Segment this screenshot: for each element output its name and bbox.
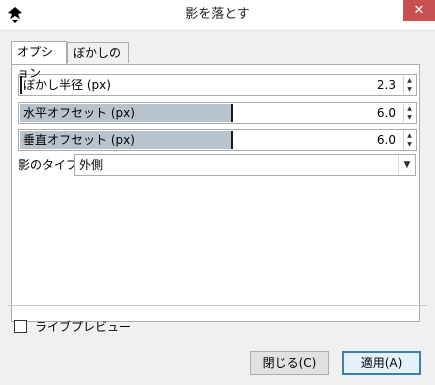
blur-radius-spinner[interactable]: ▲ ▼ [403, 76, 415, 94]
tab-options[interactable]: オプション [11, 41, 67, 80]
vertical-offset-label: 垂直オフセット (px) [23, 133, 135, 147]
vertical-offset-spinner[interactable]: ▲ ▼ [403, 131, 415, 149]
horizontal-offset-value: 6.0 [376, 106, 396, 120]
shadow-type-label: 影のタイプ: [18, 158, 83, 172]
horizontal-offset-label: 水平オフセット (px) [23, 106, 135, 120]
title-bar: 影を落とす ✕ [0, 0, 435, 31]
close-button[interactable]: 閉じる(C) [250, 351, 329, 375]
checkbox-icon[interactable] [14, 320, 27, 333]
spin-up-icon[interactable]: ▲ [404, 131, 415, 140]
close-window-button[interactable]: ✕ [403, 0, 435, 21]
live-preview-checkbox[interactable]: ライブプレビュー [14, 319, 131, 335]
horizontal-offset-slider[interactable]: 水平オフセット (px) 6.0 ▲ ▼ [18, 102, 417, 124]
separator [8, 305, 427, 306]
options-panel: ぼかし半径 (px) 2.3 ▲ ▼ 水平オフセット (px) 6.0 ▲ ▼ … [11, 64, 420, 322]
dialog-body: オプション ぼかしの色 ぼかし半径 (px) 2.3 ▲ ▼ 水平オフセット (… [0, 31, 435, 385]
spin-up-icon[interactable]: ▲ [404, 104, 415, 113]
apply-button[interactable]: 適用(A) [342, 351, 421, 375]
spin-down-icon[interactable]: ▼ [404, 113, 415, 122]
horizontal-offset-spinner[interactable]: ▲ ▼ [403, 104, 415, 122]
shadow-type-select[interactable]: 外側 ▼ [74, 154, 416, 176]
blur-radius-slider[interactable]: ぼかし半径 (px) 2.3 ▲ ▼ [18, 74, 417, 96]
vertical-offset-value: 6.0 [376, 133, 396, 147]
chevron-down-icon[interactable]: ▼ [398, 155, 415, 175]
spin-down-icon[interactable]: ▼ [404, 140, 415, 149]
window-title: 影を落とす [185, 7, 250, 22]
tab-blur-color[interactable]: ぼかしの色 [67, 42, 129, 81]
shadow-type-value: 外側 [79, 158, 104, 172]
spin-down-icon[interactable]: ▼ [404, 85, 415, 94]
vertical-offset-slider[interactable]: 垂直オフセット (px) 6.0 ▲ ▼ [18, 129, 417, 151]
live-preview-label: ライブプレビュー [35, 320, 132, 334]
spin-up-icon[interactable]: ▲ [404, 76, 415, 85]
blur-radius-value: 2.3 [376, 78, 396, 92]
